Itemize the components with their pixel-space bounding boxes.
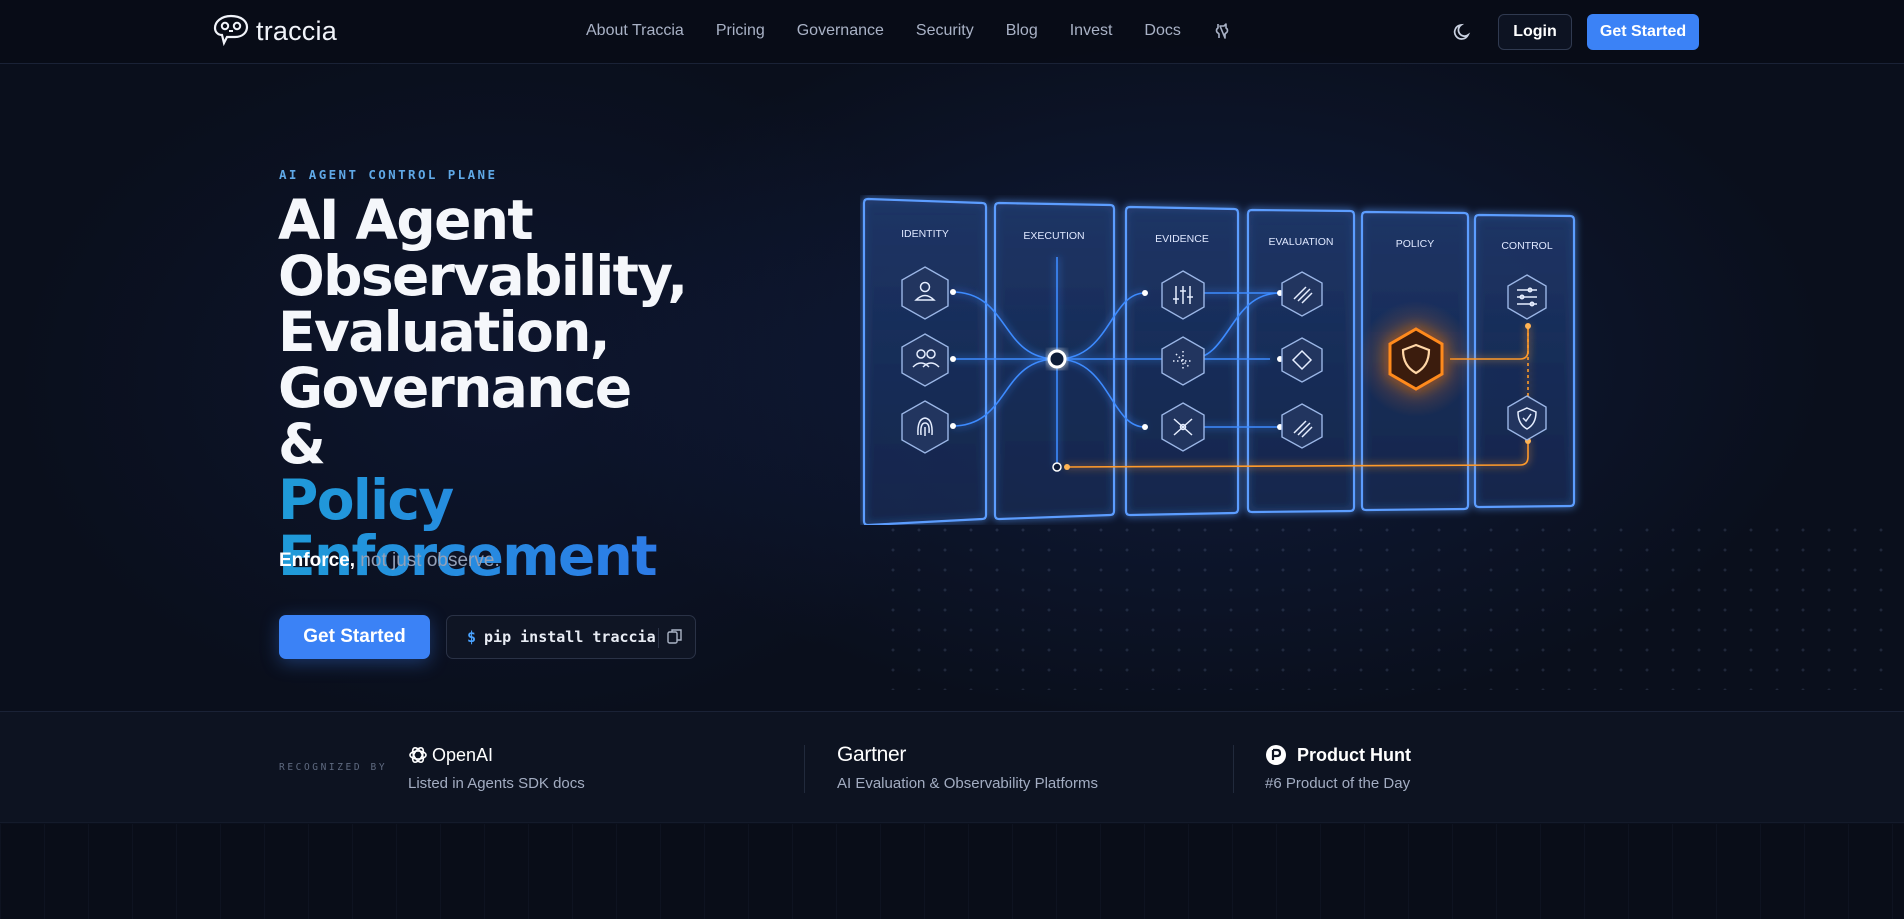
login-button[interactable]: Login [1498,14,1572,50]
gartner-name-row: Gartner [837,743,1098,766]
control-plane-diagram: IDENTITY EXECUTION EVIDENCE EVALUATION P… [862,197,1576,525]
github-icon[interactable] [1213,22,1231,40]
policy-hex [1388,327,1444,391]
install-command-box: $ pip install traccia [446,615,696,659]
install-prompt: $ [467,628,477,646]
openai-logo-icon [409,746,427,764]
hero-eyebrow: AI AGENT CONTROL PLANE [279,167,498,182]
logo[interactable]: traccia [212,13,337,49]
nav-link-about[interactable]: About Traccia [586,22,684,40]
recognition-gartner[interactable]: Gartner AI Evaluation & Observability Pl… [837,743,1098,792]
tagline-strong: Enforce, [279,550,356,571]
logo-text: traccia [256,15,337,46]
page: traccia About Traccia Pricing Governance… [0,0,1904,919]
producthunt-name-row: Product Hunt [1265,744,1411,766]
bottom-background [0,824,1904,919]
gartner-name: Gartner [837,743,907,766]
top-nav: traccia About Traccia Pricing Governance… [0,0,1904,64]
panel-title-execution: EXECUTION [1023,230,1084,242]
headline-line: Observability, [278,244,688,308]
nav-get-started-button[interactable]: Get Started [1587,14,1699,50]
hero-headline: AI Agent Observability, Evaluation, Gove… [278,192,838,584]
traccia-logo-icon [213,14,249,47]
openai-name-row: OpenAI [408,744,585,766]
dot-pattern [880,520,1904,690]
panel-title-control: CONTROL [1501,240,1552,252]
nav-link-blog[interactable]: Blog [1006,22,1038,40]
divider [804,745,805,793]
openai-name: OpenAI [432,744,494,765]
producthunt-logo-icon [1266,745,1286,765]
nav-links: About Traccia Pricing Governance Securit… [586,22,1231,40]
install-command: pip install traccia [484,628,656,646]
panel-title-evaluation: EVALUATION [1269,236,1334,248]
headline-line: & [278,412,326,476]
sliders-icon [1173,286,1193,304]
panel-title-identity: IDENTITY [901,228,949,240]
execution-bottom-node [1052,462,1062,472]
recognized-label: RECOGNIZED BY [279,762,388,773]
openai-desc: Listed in Agents SDK docs [408,775,585,792]
divider [1233,745,1234,793]
nav-link-governance[interactable]: Governance [797,22,884,40]
tagline-rest: not just observe. [355,550,500,571]
headline-line: Evaluation, [278,300,611,364]
hero-tagline: Enforce, not just observe. [279,550,500,572]
nav-link-invest[interactable]: Invest [1070,22,1113,40]
producthunt-desc: #6 Product of the Day [1265,775,1411,792]
copy-icon[interactable] [658,628,683,648]
nav-link-pricing[interactable]: Pricing [716,22,765,40]
hero-get-started-button[interactable]: Get Started [279,615,430,659]
headline-line: AI Agent [278,188,534,252]
panel-title-evidence: EVIDENCE [1155,233,1209,245]
headline-line: Governance [278,356,632,420]
execution-node [1047,349,1067,369]
recognition-openai[interactable]: OpenAI Listed in Agents SDK docs [408,744,585,793]
gartner-desc: AI Evaluation & Observability Platforms [837,775,1098,792]
recognition-producthunt[interactable]: Product Hunt #6 Product of the Day [1265,744,1411,793]
nav-link-docs[interactable]: Docs [1144,22,1180,40]
producthunt-name: Product Hunt [1297,744,1411,765]
nav-link-security[interactable]: Security [916,22,974,40]
panel-title-policy: POLICY [1396,238,1435,250]
moon-icon[interactable] [1452,21,1474,43]
